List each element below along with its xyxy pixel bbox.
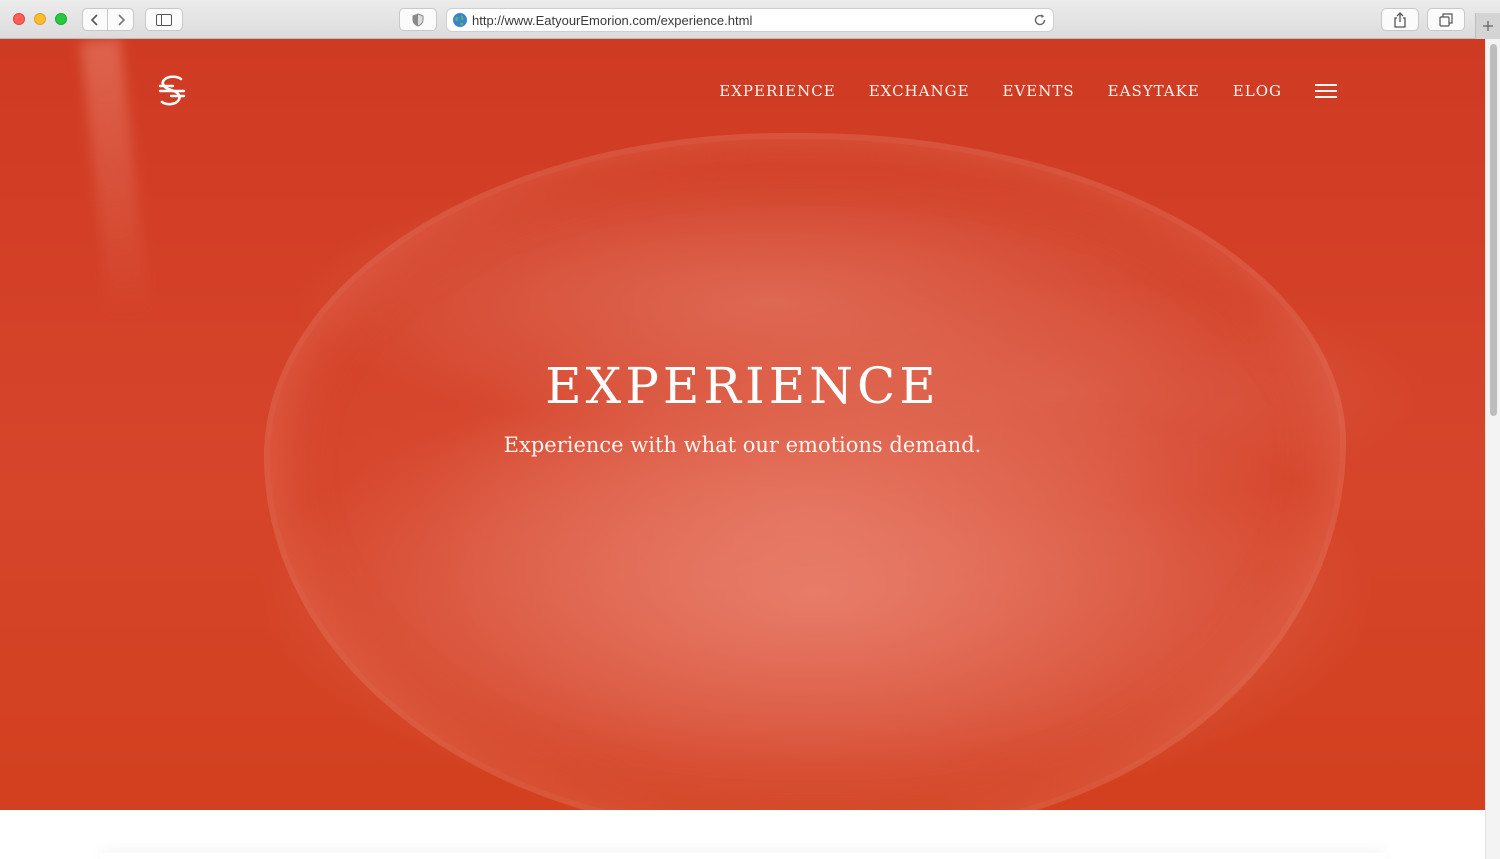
share-button[interactable] <box>1381 8 1419 31</box>
back-button[interactable] <box>82 8 108 31</box>
plus-icon <box>1483 21 1493 31</box>
browser-toolbar: http://www.EatyourEmorion.com/experience… <box>0 0 1500 39</box>
hero-background-streak <box>80 39 150 321</box>
chevron-right-icon <box>117 13 125 26</box>
page-scrollbar[interactable] <box>1485 39 1500 859</box>
reload-icon[interactable] <box>1032 12 1048 28</box>
hamburger-menu-icon[interactable] <box>1315 83 1337 99</box>
chevron-left-icon <box>90 13 98 26</box>
minimize-window-button[interactable] <box>34 13 46 25</box>
zoom-window-button[interactable] <box>55 13 67 25</box>
site-navigation: EXPERIENCE EXCHANGE EVENTS EASYTAKE ELOG <box>686 82 1337 100</box>
sidebar-icon <box>156 13 172 26</box>
sidebar-toggle-button[interactable] <box>145 8 183 31</box>
content-section-start <box>0 810 1485 859</box>
nav-link-experience[interactable]: EXPERIENCE <box>719 82 835 100</box>
close-window-button[interactable] <box>13 13 25 25</box>
tab-overview-button[interactable] <box>1427 8 1465 31</box>
nav-link-exchange[interactable]: EXCHANGE <box>869 82 970 100</box>
tab-overview-icon <box>1439 12 1453 27</box>
shield-icon <box>412 12 424 27</box>
url-text[interactable]: http://www.EatyourEmorion.com/experience… <box>472 13 752 28</box>
address-bar[interactable]: http://www.EatyourEmorion.com/experience… <box>446 8 1054 32</box>
hero-title: EXPERIENCE <box>545 357 940 415</box>
new-tab-button[interactable] <box>1475 13 1500 39</box>
forward-button[interactable] <box>108 8 134 31</box>
nav-link-events[interactable]: EVENTS <box>1003 82 1075 100</box>
share-icon <box>1394 11 1406 28</box>
content-card-edge <box>100 853 1385 859</box>
nav-link-elog[interactable]: ELOG <box>1233 82 1282 100</box>
nav-link-easytake[interactable]: EASYTAKE <box>1108 82 1200 100</box>
s-monogram-logo[interactable] <box>157 74 187 108</box>
globe-icon <box>453 13 467 27</box>
scrollbar-thumb[interactable] <box>1490 44 1497 416</box>
privacy-report-button[interactable] <box>399 8 437 31</box>
history-nav-group <box>82 8 135 31</box>
hero-section: EXPERIENCE EXCHANGE EVENTS EASYTAKE ELOG… <box>0 39 1485 810</box>
hero-subtitle: Experience with what our emotions demand… <box>503 433 982 457</box>
hero-background-image <box>270 139 1340 810</box>
